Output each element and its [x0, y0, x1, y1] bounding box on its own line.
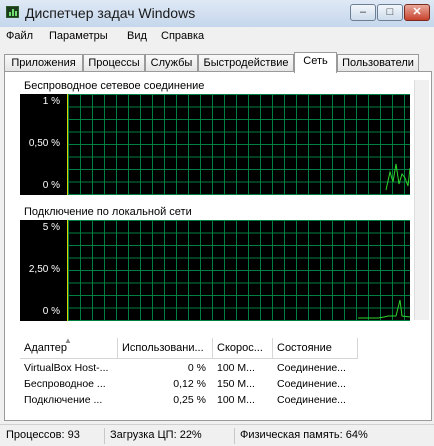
maximize-button[interactable]: □	[377, 4, 403, 21]
y-label-min: 0 %	[42, 180, 60, 191]
graph-grid	[68, 220, 410, 321]
menu-options[interactable]: Параметры	[49, 30, 108, 42]
column-speed[interactable]: Скорос...	[213, 338, 273, 358]
cell-status: Соединение...	[277, 394, 346, 406]
tab-services[interactable]: Службы	[145, 54, 198, 72]
menu-help[interactable]: Справка	[161, 30, 204, 42]
tab-applications[interactable]: Приложения	[4, 54, 83, 72]
tab-strip: Приложения Процессы Службы Быстродействи…	[4, 52, 432, 73]
status-memory: Физическая память: 64%	[240, 429, 368, 441]
tab-users[interactable]: Пользователи	[337, 54, 419, 72]
y-label-min: 0 %	[42, 306, 60, 317]
tab-performance[interactable]: Быстродействие	[198, 54, 294, 72]
close-button[interactable]: ✕	[404, 4, 430, 21]
cell-speed: 100 М...	[217, 362, 255, 374]
status-cpu: Загрузка ЦП: 22%	[110, 429, 202, 441]
sort-ascending-icon: ▲	[64, 336, 72, 345]
task-manager-window: Диспетчер задач Windows – □ ✕ Файл Парам…	[0, 0, 434, 446]
graph-grid	[68, 94, 410, 195]
task-manager-icon	[6, 6, 19, 18]
cell-usage: 0,12 %	[173, 378, 206, 390]
menu-file[interactable]: Файл	[6, 30, 33, 42]
y-label-mid: 2,50 %	[28, 264, 60, 275]
tab-network[interactable]: Сеть	[294, 52, 337, 73]
column-status[interactable]: Состояние	[273, 338, 358, 358]
cell-speed: 100 М...	[217, 394, 255, 406]
tab-processes[interactable]: Процессы	[83, 54, 145, 72]
traffic-line	[385, 163, 410, 191]
traffic-line	[358, 299, 410, 319]
menu-view[interactable]: Вид	[127, 30, 147, 42]
graph-y-axis: 5 % 2,50 % 0 %	[20, 220, 64, 321]
status-processes: Процессов: 93	[6, 429, 80, 441]
cell-status: Соединение...	[277, 362, 346, 374]
graphs-scrollbar[interactable]	[414, 80, 429, 320]
cell-adapter: VirtualBox Host-...	[24, 362, 109, 374]
cell-usage: 0,25 %	[173, 394, 206, 406]
cell-adapter: Беспроводное ...	[24, 378, 106, 390]
status-bar: Процессов: 93 Загрузка ЦП: 22% Физическа…	[0, 424, 434, 446]
graph-title-wireless: Беспроводное сетевое соединение	[24, 80, 205, 92]
y-label-max: 5 %	[42, 222, 60, 233]
lan-graph: 5 % 2,50 % 0 %	[20, 220, 410, 321]
column-usage[interactable]: Использовани...	[118, 338, 213, 358]
window-title: Диспетчер задач Windows	[25, 5, 196, 21]
graph-y-axis: 1 % 0,50 % 0 %	[20, 94, 64, 195]
y-label-max: 1 %	[42, 96, 60, 107]
cell-adapter: Подключение ...	[24, 394, 103, 406]
wireless-graph: 1 % 0,50 % 0 %	[20, 94, 410, 195]
menu-bar: Файл Параметры Вид Справка	[0, 27, 434, 47]
cell-speed: 150 М...	[217, 378, 255, 390]
cell-status: Соединение...	[277, 378, 346, 390]
graph-title-lan: Подключение по локальной сети	[24, 206, 192, 218]
minimize-button[interactable]: –	[350, 4, 376, 21]
y-label-mid: 0,50 %	[28, 138, 60, 149]
title-bar[interactable]: Диспетчер задач Windows – □ ✕	[0, 0, 434, 28]
cell-usage: 0 %	[187, 362, 206, 374]
